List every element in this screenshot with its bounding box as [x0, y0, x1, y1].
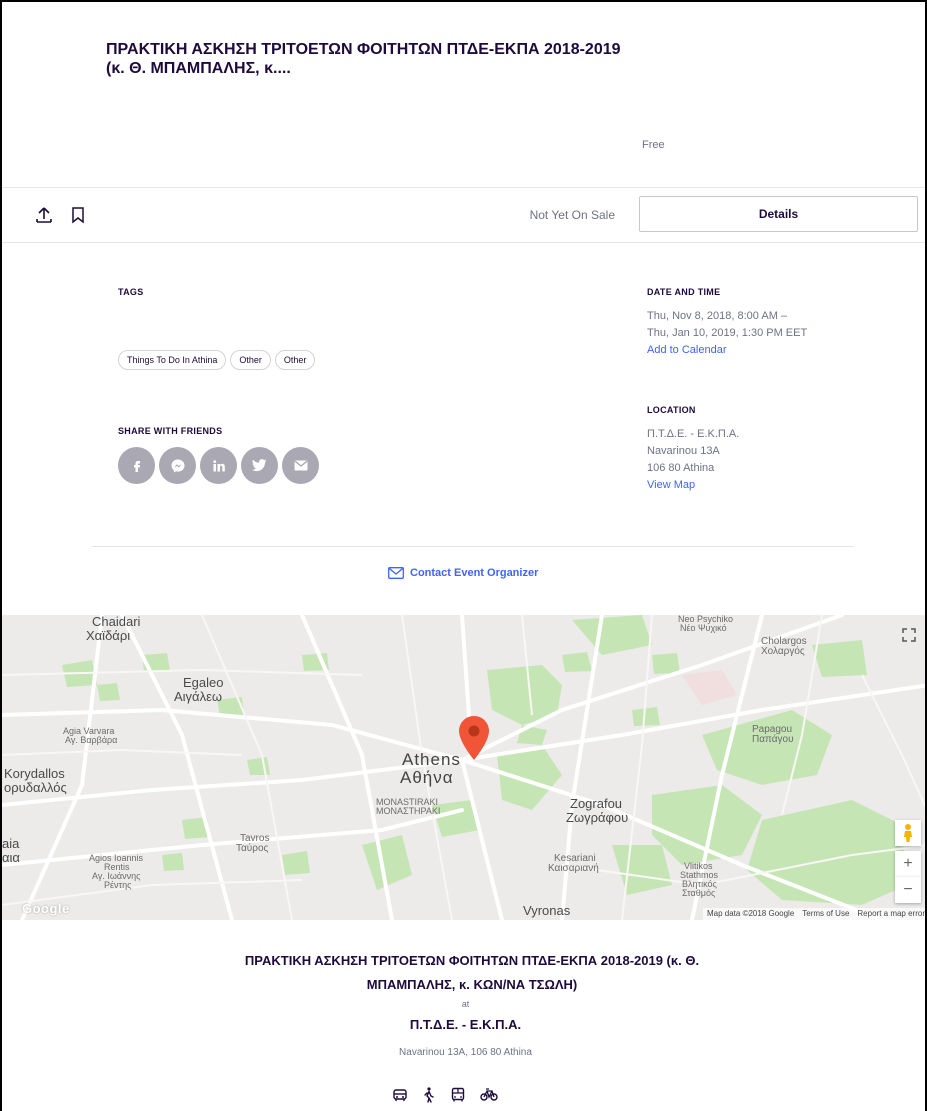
location-pin-icon[interactable] [458, 715, 490, 761]
map-label: Tavros [240, 833, 270, 844]
upload-icon[interactable] [34, 205, 54, 225]
map-label: Σταθμός [682, 888, 716, 898]
fullscreen-icon[interactable] [895, 621, 923, 649]
map-label: ορυδαλλός [4, 780, 67, 795]
terms-of-use-link[interactable]: Terms of Use [802, 909, 849, 919]
location-city: 106 80 Athina [647, 462, 715, 474]
tags-list: Things To Do In Athina Other Other [118, 350, 316, 370]
footer-title-line: ΜΠΑΜΠΑΛΗΣ, κ. ΚΩΝ/ΝΑ ΤΣΩΛΗ) [366, 977, 578, 992]
map-label: Νέο Ψυχικό [680, 623, 727, 633]
map-label: Χαϊδάρι [86, 628, 131, 643]
footer-address: Navarinou 13A, 106 80 Athina [399, 1047, 532, 1058]
map-label: Egaleo [183, 675, 224, 690]
map-label: Ταύρος [236, 843, 269, 854]
email-icon[interactable] [282, 447, 319, 484]
map-data-credit: Map data ©2018 Google [706, 909, 795, 918]
location-block: Π.Τ.Δ.Ε. - Ε.Κ.Π.Α. Navarinou 13A 106 80… [647, 426, 739, 494]
map-label: aia [2, 836, 20, 851]
linkedin-icon[interactable] [200, 447, 237, 484]
map-label: Cholargos [761, 636, 807, 647]
datetime-end: Thu, Jan 10, 2019, 1:30 PM EET [647, 327, 808, 339]
map-label: Ζωγράφου [566, 810, 629, 825]
map-label: Papagou [752, 724, 793, 735]
map-label: Kesariani [554, 853, 596, 864]
map-label: Chaidari [92, 615, 141, 629]
bike-icon[interactable] [480, 1087, 498, 1101]
google-logo[interactable]: Google [22, 901, 70, 916]
footer-venue: Π.Τ.Δ.Ε. - Ε.Κ.Π.Α. [409, 1017, 522, 1032]
map-label: αια [2, 850, 20, 865]
datetime-heading: DATE AND TIME [647, 287, 721, 297]
twitter-icon[interactable] [241, 447, 278, 484]
walk-icon[interactable] [422, 1087, 436, 1103]
map-label: Korydallos [4, 766, 65, 781]
location-street: Navarinou 13A [647, 445, 720, 457]
tag-item[interactable]: Other [230, 350, 271, 370]
street-view-pegman-icon[interactable] [895, 820, 921, 846]
transport-options [392, 1087, 498, 1103]
map-label: Ρέντης [104, 880, 132, 890]
zoom-out-button[interactable]: − [895, 877, 921, 903]
facebook-icon[interactable] [118, 447, 155, 484]
datetime-start: Thu, Nov 8, 2018, 8:00 AM – [647, 310, 788, 322]
location-heading: LOCATION [647, 405, 696, 415]
map-label: Καισαριανή [548, 863, 599, 874]
event-page: ΠΡΑΚΤΙΚΗ ΑΣΚΗΣΗ ΤΡΙΤΟΕΤΩΝ ΦΟΙΤΗΤΩΝ ΠΤΔΕ-… [0, 0, 927, 1111]
footer-at: at [461, 999, 470, 1009]
event-price: Free [642, 139, 665, 151]
location-venue: Π.Τ.Δ.Ε. - Ε.Κ.Π.Α. [647, 428, 740, 440]
car-icon[interactable] [392, 1087, 408, 1103]
tag-item[interactable]: Things To Do In Athina [118, 350, 227, 370]
view-map-link[interactable]: View Map [647, 479, 695, 491]
bookmark-icon[interactable] [68, 205, 88, 225]
share-heading: SHARE WITH FRIENDS [118, 426, 223, 436]
map-label: Αγ. Βαρβάρα [65, 735, 118, 745]
map-label: Αιγάλεω [174, 689, 223, 704]
action-bar: Not Yet On Sale Details [2, 187, 925, 243]
sale-status: Not Yet On Sale [529, 208, 615, 222]
map-attribution: Map data ©2018 Google Terms of Use Repor… [702, 908, 925, 920]
map-label: Athens [402, 750, 461, 769]
map-label: Παπάγου [752, 734, 794, 745]
messenger-icon[interactable] [159, 447, 196, 484]
tag-item[interactable]: Other [274, 350, 316, 370]
footer-event-title: ΠΡΑΚΤΙΚΗ ΑΣΚΗΣΗ ΤΡΙΤΟΕΤΩΝ ΦΟΙΤΗΤΩΝ ΠΤΔΕ-… [202, 949, 742, 997]
map-label: Zografou [570, 796, 623, 811]
details-button[interactable]: Details [639, 196, 918, 232]
social-buttons [118, 447, 319, 484]
datetime-block: Thu, Nov 8, 2018, 8:00 AM – Thu, Jan 10,… [647, 308, 807, 359]
event-title: ΠΡΑΚΤΙΚΗ ΑΣΚΗΣΗ ΤΡΙΤΟΕΤΩΝ ΦΟΙΤΗΤΩΝ ΠΤΔΕ-… [106, 41, 621, 77]
contact-organizer-link[interactable]: Contact Event Organizer [388, 567, 538, 579]
zoom-in-button[interactable]: + [895, 851, 921, 877]
location-map[interactable]: Chaidari Χαϊδάρι Egaleo Αιγάλεω Agia Var… [2, 615, 925, 920]
section-divider [92, 546, 854, 547]
bus-icon[interactable] [450, 1087, 466, 1103]
tags-heading: TAGS [118, 287, 144, 297]
map-label: Αθήνα [400, 768, 454, 787]
add-to-calendar-link[interactable]: Add to Calendar [647, 344, 727, 356]
envelope-icon [388, 567, 404, 579]
contact-organizer-label: Contact Event Organizer [410, 567, 539, 579]
map-background [2, 615, 925, 920]
footer-title-line: ΠΡΑΚΤΙΚΗ ΑΣΚΗΣΗ ΤΡΙΤΟΕΤΩΝ ΦΟΙΤΗΤΩΝ ΠΤΔΕ-… [244, 953, 700, 968]
report-map-error-link[interactable]: Report a map error [857, 909, 925, 919]
map-label: Χολαργός [761, 646, 805, 657]
map-label: ΜΟΝΑΣΤΗΡΑΚΙ [376, 806, 441, 816]
map-label: Vyronas [523, 903, 571, 918]
